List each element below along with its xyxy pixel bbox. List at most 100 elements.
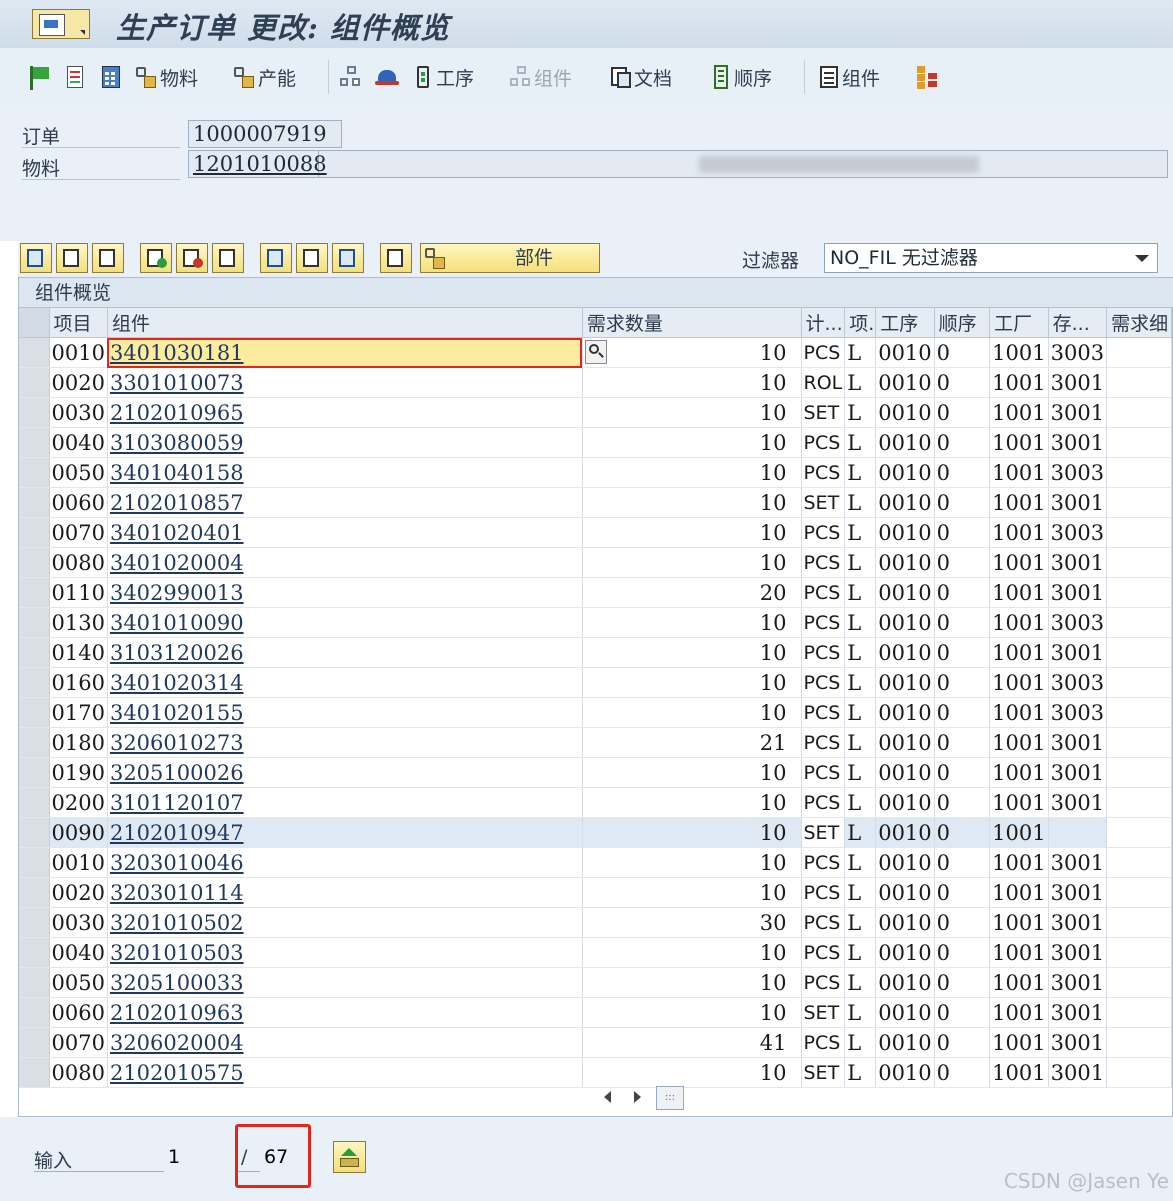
- table-row[interactable]: 0170 3401020155 10 PCS L 0010 0 1001 3003: [19, 697, 1172, 728]
- column-header[interactable]: 工序: [875, 308, 935, 338]
- table-row[interactable]: 0140 3103120026 10 PCS L 0010 0 1001 3001: [19, 637, 1172, 668]
- column-header[interactable]: 顺序: [934, 308, 991, 338]
- row-selector[interactable]: [19, 457, 50, 488]
- row-selector[interactable]: [19, 1027, 50, 1058]
- position-button[interactable]: [333, 1141, 366, 1173]
- select-all-column[interactable]: [19, 308, 50, 338]
- row-selector[interactable]: [19, 1057, 50, 1088]
- component-link[interactable]: 3401020004: [107, 547, 583, 578]
- row-selector[interactable]: [19, 727, 50, 758]
- chevron-down-icon[interactable]: [1135, 255, 1149, 262]
- row-selector[interactable]: [19, 547, 50, 578]
- calculator-button[interactable]: [98, 62, 124, 92]
- component-link[interactable]: 2102010965: [107, 397, 583, 428]
- table-row[interactable]: 0160 3401020314 10 PCS L 0010 0 1001 3003: [19, 667, 1172, 698]
- component-link[interactable]: 3103120026: [107, 637, 583, 668]
- table-row[interactable]: 0110 3402990013 20 PCS L 0010 0 1001 3001: [19, 577, 1172, 608]
- table-row[interactable]: 0130 3401010090 10 PCS L 0010 0 1001 3003: [19, 607, 1172, 638]
- table-row[interactable]: 0050 3401040158 10 PCS L 0010 0 1001 3003: [19, 457, 1172, 488]
- table-row[interactable]: 0060 2102010963 10 SET L 0010 0 1001 3001: [19, 997, 1172, 1028]
- component-link[interactable]: 3201010503: [107, 937, 583, 968]
- structure-overview-button[interactable]: [914, 62, 940, 92]
- table-row[interactable]: 0030 2102010965 10 SET L 0010 0 1001 3001: [19, 397, 1172, 428]
- info-button[interactable]: [260, 243, 292, 273]
- change-button[interactable]: [92, 243, 124, 273]
- material-link[interactable]: 1201010088: [193, 152, 327, 176]
- material-button[interactable]: 物料: [134, 62, 198, 92]
- component-link[interactable]: 3206020004: [107, 1027, 583, 1058]
- capacity-button[interactable]: 产能: [232, 62, 296, 92]
- table-row[interactable]: 0020 3301010073 10 ROL L 0010 0 1001 3001: [19, 367, 1172, 398]
- detail-button[interactable]: [20, 243, 52, 273]
- row-selector[interactable]: [19, 607, 50, 638]
- component-button[interactable]: 组件: [816, 62, 880, 92]
- pencil-button[interactable]: [296, 243, 328, 273]
- table-row[interactable]: 0090 2102010947 10 SET L 0010 0 1001: [19, 817, 1172, 848]
- row-selector[interactable]: [19, 487, 50, 518]
- table-row[interactable]: 0010 3203010046 10 PCS L 0010 0 1001 3001: [19, 847, 1172, 878]
- order-field[interactable]: 1000007919: [188, 120, 342, 148]
- documents-button[interactable]: 文档: [608, 62, 672, 92]
- structure-button[interactable]: [338, 62, 364, 92]
- order-doc-button[interactable]: [62, 62, 88, 92]
- component-link[interactable]: 2102010857: [107, 487, 583, 518]
- column-header[interactable]: 组件: [107, 308, 583, 338]
- table-row[interactable]: 0180 3206010273 21 PCS L 0010 0 1001 3001: [19, 727, 1172, 758]
- table-row[interactable]: 0030 3201010502 30 PCS L 0010 0 1001 3001: [19, 907, 1172, 938]
- row-selector[interactable]: [19, 577, 50, 608]
- component-link[interactable]: 2102010963: [107, 997, 583, 1028]
- component-link[interactable]: 2102010947: [107, 817, 583, 848]
- insert-row-button[interactable]: [140, 243, 172, 273]
- row-selector[interactable]: [19, 697, 50, 728]
- grid-button[interactable]: [212, 243, 244, 273]
- row-selector[interactable]: [19, 367, 50, 398]
- status-flag-button[interactable]: [26, 62, 52, 92]
- horizontal-scrollbar[interactable]: :::: [594, 1086, 1173, 1110]
- component-link[interactable]: 3206010273: [107, 727, 583, 758]
- scroll-right-icon[interactable]: [634, 1091, 641, 1103]
- column-header[interactable]: 存...: [1048, 308, 1108, 338]
- component-link[interactable]: 3401020155: [107, 697, 583, 728]
- material-field[interactable]: 1201010088: [188, 150, 327, 178]
- table-row[interactable]: 0050 3205100033 10 PCS L 0010 0 1001 3001: [19, 967, 1172, 998]
- row-selector[interactable]: [19, 757, 50, 788]
- column-header[interactable]: 计...: [801, 308, 846, 338]
- component-link[interactable]: 3203010114: [107, 877, 583, 908]
- row-selector[interactable]: [19, 907, 50, 938]
- row-selector[interactable]: [19, 337, 50, 368]
- column-header[interactable]: 需求细: [1106, 308, 1172, 338]
- table-row[interactable]: 0080 2102010575 10 SET L 0010 0 1001 3001: [19, 1057, 1172, 1088]
- chemicals-button[interactable]: [380, 243, 412, 273]
- component-link[interactable]: 3201010502: [107, 907, 583, 938]
- column-header[interactable]: 项目: [49, 308, 108, 338]
- search-help-icon[interactable]: [584, 340, 607, 364]
- column-header[interactable]: 需求数量: [582, 308, 802, 338]
- component-link[interactable]: 3401030181: [107, 337, 583, 368]
- parts-button[interactable]: 部件: [420, 243, 600, 273]
- row-selector[interactable]: [19, 937, 50, 968]
- table-row[interactable]: 0080 3401020004 10 PCS L 0010 0 1001 3001: [19, 547, 1172, 578]
- component-link[interactable]: 3103080059: [107, 427, 583, 458]
- component-link[interactable]: 3301010073: [107, 367, 583, 398]
- component-link[interactable]: 3205100026: [107, 757, 583, 788]
- row-selector[interactable]: [19, 847, 50, 878]
- row-selector[interactable]: [19, 967, 50, 998]
- component-link[interactable]: 3402990013: [107, 577, 583, 608]
- system-menu-icon[interactable]: [32, 9, 90, 39]
- row-selector[interactable]: [19, 667, 50, 698]
- operation-button[interactable]: 工序: [410, 62, 474, 92]
- filter-dropdown[interactable]: NO_FIL 无过滤器: [824, 243, 1158, 273]
- row-selector[interactable]: [19, 427, 50, 458]
- columns-button[interactable]: [332, 243, 364, 273]
- resource-button[interactable]: [374, 62, 400, 92]
- row-selector[interactable]: [19, 637, 50, 668]
- component-link[interactable]: 3101120107: [107, 787, 583, 818]
- input-value[interactable]: 1: [168, 1146, 180, 1168]
- row-selector[interactable]: [19, 817, 50, 848]
- row-selector[interactable]: [19, 397, 50, 428]
- table-row[interactable]: 0190 3205100026 10 PCS L 0010 0 1001 3001: [19, 757, 1172, 788]
- sequence-button[interactable]: 顺序: [708, 62, 772, 92]
- table-row[interactable]: 0200 3101120107 10 PCS L 0010 0 1001 3001: [19, 787, 1172, 818]
- row-selector[interactable]: [19, 787, 50, 818]
- component-link[interactable]: 3401020401: [107, 517, 583, 548]
